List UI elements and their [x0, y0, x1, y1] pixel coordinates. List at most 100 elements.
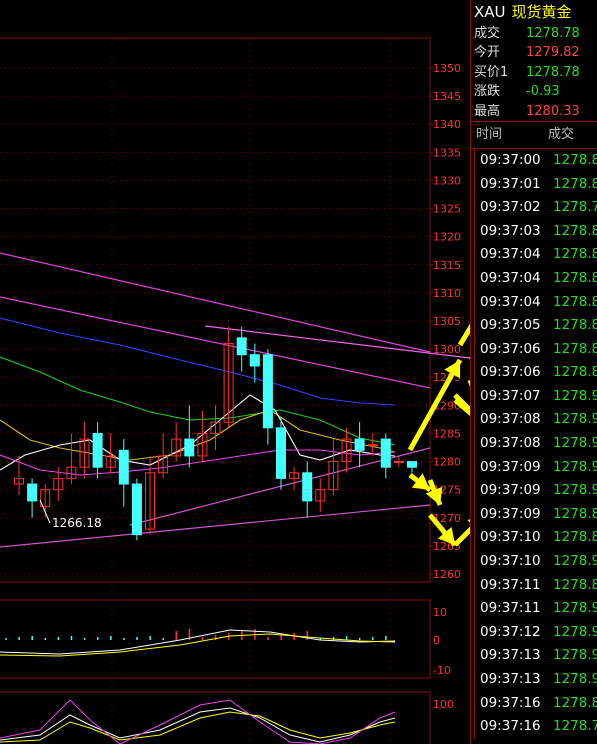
- trade-time: 09:37:05: [480, 317, 541, 334]
- quote-value: 1278.78: [526, 64, 580, 80]
- trade-price: 1278.9: [553, 623, 597, 640]
- trade-row: 09:37:09 1278.90: [475, 456, 597, 480]
- macd-tick-label: -10: [433, 664, 451, 677]
- price-tick-label: 1325: [433, 203, 461, 216]
- trade-row: 09:37:09 1278.90: [475, 479, 597, 503]
- trade-price: 1278.97: [553, 671, 597, 688]
- moving-average-line: [0, 317, 396, 406]
- trade-row: 09:37:06 1278.84: [475, 361, 597, 385]
- trade-row: 09:37:01 1278.8: [475, 173, 597, 197]
- trade-price: 1278.90: [553, 553, 597, 570]
- quote-row: 今开 1279.82: [471, 43, 597, 62]
- trades-list[interactable]: 09:37:00 1278.8 09:37:01 1278.8 09:37:02 1278…: [474, 148, 597, 739]
- quote-value: 1280.33: [526, 103, 580, 119]
- candle-body: [393, 461, 404, 464]
- quote-label: 最高: [474, 103, 501, 119]
- quote-value: -0.93: [526, 84, 560, 100]
- trade-time: 09:37:00: [480, 151, 541, 168]
- quote-row: 最高 1280.33: [471, 102, 597, 121]
- trade-row: 09:37:10 1278.85: [475, 526, 597, 550]
- candle-body: [249, 354, 260, 367]
- trade-row: 09:37:08 1278.93: [475, 408, 597, 432]
- price-tick-label: 1310: [433, 287, 461, 300]
- trade-price: 1278.88: [553, 317, 597, 334]
- trade-time: 09:37:04: [480, 269, 541, 286]
- symbol-code: XAU: [474, 3, 506, 21]
- trades-header-price: 成交: [548, 126, 575, 142]
- candle-body: [131, 483, 142, 536]
- low-price-label: 1266.18: [52, 516, 102, 530]
- moving-average-line: [0, 356, 396, 446]
- quote-label: 今开: [474, 45, 501, 61]
- trade-time: 09:37:11: [480, 600, 541, 617]
- quote-value: 1279.82: [526, 45, 580, 61]
- price-tick-label: 1315: [433, 259, 461, 272]
- trade-time: 09:37:13: [480, 647, 541, 664]
- trade-price: 1278.84: [553, 364, 597, 381]
- quote-label: 成交: [474, 26, 501, 41]
- trend-line: [0, 296, 431, 389]
- price-tick-label: 1260: [433, 568, 461, 581]
- trades-header-time: 时间: [476, 126, 503, 142]
- trade-price: 1278.93: [553, 411, 597, 428]
- trade-price: 1278.94: [553, 387, 597, 404]
- trade-time: 09:37:10: [480, 553, 541, 570]
- trade-price: 1278.8: [553, 222, 597, 239]
- quote-label: 涨跌: [474, 84, 501, 100]
- symbol-name: 现货黄金: [511, 3, 572, 21]
- trade-row: 09:37:04 1278.88: [475, 243, 597, 267]
- trade-price: 1278.78: [553, 718, 597, 735]
- annotation-arrow-shaft: [457, 323, 470, 347]
- trade-price: 1278.90: [553, 600, 597, 617]
- candle-body: [407, 461, 417, 468]
- trade-row: 09:37:02 1278.78: [475, 196, 597, 220]
- trade-time: 09:37:07: [480, 387, 541, 404]
- trade-time: 09:37:06: [480, 340, 541, 357]
- candle-body: [380, 438, 391, 468]
- trade-row: 09:37:16 1278.8: [475, 692, 597, 716]
- quote-panel: XAU 现货黄金 成交 1278.78 今开 1279.82 买价1 1278.78 涨跌 -0…: [470, 0, 597, 744]
- trade-row: 09:37:06 1278.85: [475, 338, 597, 362]
- trade-price: 1278.8: [553, 694, 597, 711]
- candle-body: [262, 354, 273, 429]
- trade-price: 1278.95: [553, 435, 597, 452]
- candle-body: [236, 337, 247, 356]
- price-tick-label: 1305: [433, 315, 461, 328]
- candlestick-chart: 1350 1345 1340 1335 1330 1325 1320 1315 1310 1305…: [0, 37, 470, 744]
- trade-row: 09:37:10 1278.90: [475, 550, 597, 574]
- trade-row: 09:37:00 1278.8: [475, 149, 597, 173]
- trade-time: 09:37:08: [480, 411, 541, 428]
- trade-price: 1278.8: [553, 151, 597, 168]
- moving-average-line: [0, 394, 396, 471]
- quote-list: 成交 1278.78 今开 1279.82 买价1 1278.78 涨跌 -0.93 最高 128…: [471, 24, 597, 121]
- trade-time: 09:37:11: [480, 576, 541, 593]
- trade-price: 1278.88: [553, 246, 597, 263]
- trade-row: 09:37:05 1278.88: [475, 314, 597, 338]
- price-tick-label: 1285: [433, 427, 461, 440]
- quote-row: 成交 1278.78: [471, 24, 597, 43]
- main-plot-frame: [0, 37, 431, 583]
- candle-body: [276, 427, 286, 479]
- trade-row: 09:37:07 1278.94: [475, 385, 597, 409]
- trade-time: 09:37:08: [480, 435, 541, 452]
- trade-time: 09:37:09: [480, 458, 541, 475]
- trade-row: 09:37:11 1278.88: [475, 574, 597, 598]
- trade-time: 09:37:12: [480, 623, 541, 640]
- trade-row: 09:37:09 1278.88: [475, 503, 597, 527]
- trade-time: 09:37:16: [480, 694, 541, 711]
- trade-price: 1278.90: [553, 458, 597, 475]
- trend-line: [0, 252, 431, 353]
- price-tick-label: 1345: [433, 90, 461, 103]
- candle-body: [302, 472, 313, 502]
- kdj-tick-label: 100: [433, 698, 454, 711]
- trade-time: 09:37:04: [480, 246, 541, 263]
- trade-row: 09:37:11 1278.90: [475, 597, 597, 621]
- trade-row: 09:37:12 1278.9: [475, 621, 597, 645]
- trade-row: 09:37:04 1278.8: [475, 291, 597, 315]
- price-tick-label: 1335: [433, 146, 461, 159]
- quote-header: XAU 现货黄金: [471, 0, 597, 24]
- trade-time: 09:37:09: [480, 482, 541, 499]
- trade-time: 09:37:13: [480, 671, 541, 688]
- trade-price: 1278.85: [553, 529, 597, 546]
- candle-body: [184, 438, 195, 457]
